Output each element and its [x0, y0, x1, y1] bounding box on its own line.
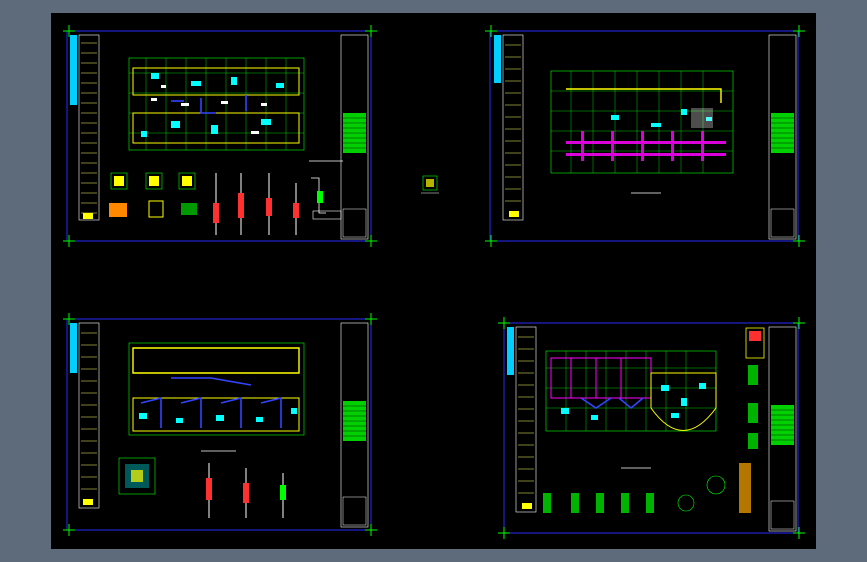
- sheet-3-beam-top: [132, 347, 300, 374]
- sheet-1-plan-grid: [129, 58, 304, 150]
- crosshair-icon: [365, 524, 377, 536]
- crosshair-icon: [793, 235, 805, 247]
- drawing-sheet-2[interactable]: [489, 30, 799, 242]
- drawing-sheet-3[interactable]: [66, 318, 372, 531]
- sheet-3-stamp: [342, 496, 367, 526]
- sheet-3-note-mark: [83, 499, 93, 505]
- cad-drawing[interactable]: [51, 13, 816, 549]
- sheet-3-frame: [66, 318, 372, 531]
- sheet-3-details: [139, 408, 297, 423]
- sheet-1-details: [109, 172, 342, 235]
- sheet-3-side-strip: [70, 323, 77, 373]
- sheet-3-notes-column: [78, 322, 100, 509]
- crosshair-markers: [63, 25, 805, 539]
- sheet-4-side-strip: [507, 327, 514, 375]
- sheet-2-slab-hatching: [566, 131, 726, 161]
- sheet-4-stamp: [770, 500, 795, 530]
- sheet-1-stamp: [342, 208, 367, 238]
- sheet-2-note-mark: [509, 211, 519, 217]
- sheet-4-note-mark: [522, 503, 532, 509]
- sheet-3-beam-bottom: [132, 397, 300, 432]
- sheet-4-notes-column: [515, 326, 537, 513]
- sheet-3-sections: [118, 450, 286, 518]
- sheet-2-notes-lines: [505, 44, 521, 202]
- sheet-4-notes-lines: [518, 336, 534, 494]
- cad-model-space[interactable]: [51, 13, 816, 549]
- sheet-2-side-strip: [494, 35, 501, 83]
- crosshair-icon: [365, 235, 377, 247]
- sheet-1-note-mark: [83, 213, 93, 219]
- sheet-2-notes-column: [502, 34, 524, 221]
- sheet-3-plan-outline: [128, 342, 305, 436]
- sheet-4-sections: [543, 327, 765, 513]
- drawing-sheet-1[interactable]: [66, 30, 372, 242]
- sheet-1-side-strip: [70, 35, 77, 105]
- sheet-4-walls: [580, 397, 644, 410]
- crosshair-icon: [63, 235, 75, 247]
- crosshair-icon: [793, 527, 805, 539]
- crosshair-icon: [498, 527, 510, 539]
- sheet-1-notes-lines: [81, 42, 97, 214]
- sheet-2-stair: [691, 108, 713, 128]
- center-detail[interactable]: [421, 175, 439, 194]
- sheet-2-stamp: [770, 208, 795, 238]
- sheet-1-plan-text: [151, 85, 267, 134]
- drawing-sheet-4[interactable]: [503, 322, 799, 534]
- sheet-1-plan-outline: [128, 57, 305, 151]
- sheet-4-details: [561, 383, 706, 420]
- crosshair-icon: [485, 235, 497, 247]
- crosshair-icon: [63, 524, 75, 536]
- sheet-3-notes-lines: [81, 332, 97, 490]
